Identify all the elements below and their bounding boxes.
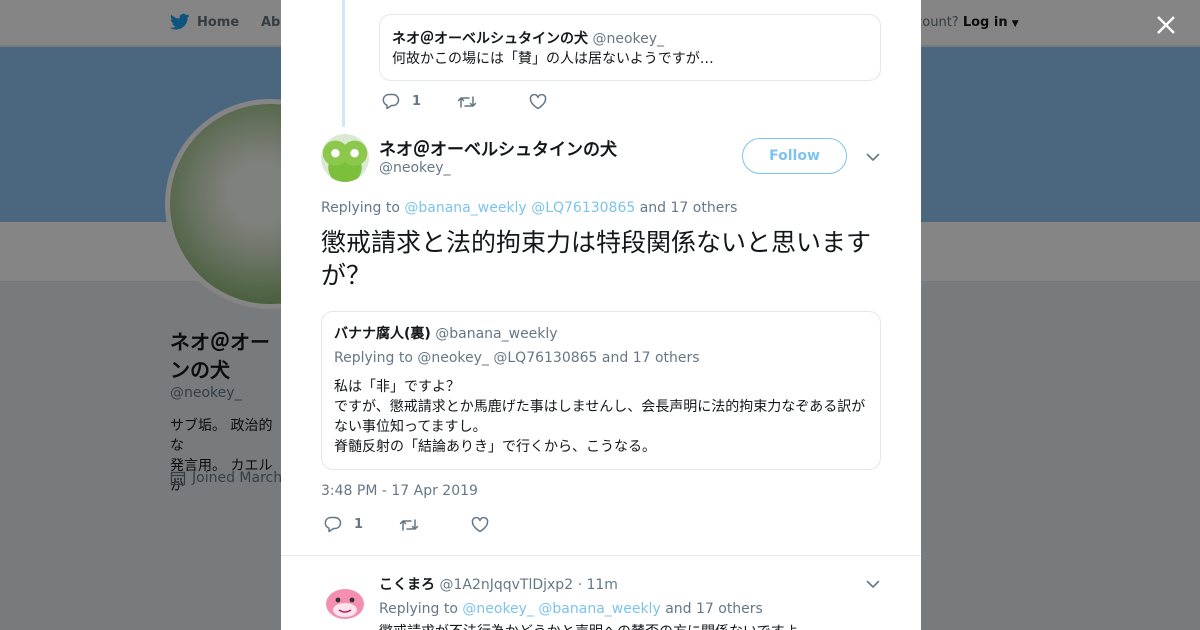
- replying-user-link[interactable]: @LQ76130865: [531, 200, 635, 216]
- chevron-down-icon[interactable]: [865, 576, 881, 592]
- replying-user-link[interactable]: @neokey_: [462, 601, 534, 617]
- reply-action[interactable]: 1: [324, 516, 363, 533]
- quoted-tweet-card[interactable]: バナナ腐人(裏) @banana_weekly Replying to @neo…: [321, 311, 881, 470]
- main-tweet-avatar[interactable]: [321, 134, 369, 182]
- reply-time[interactable]: · 11m: [578, 577, 618, 593]
- quoted-tweet-line: ですが、懲戒請求とか馬鹿げた事はしませんし、会長声明に法的拘束力なぞある訳がない…: [334, 399, 866, 435]
- reply-action[interactable]: 1: [382, 93, 421, 110]
- replying-prefix: Replying to: [321, 200, 400, 216]
- reply-author-name[interactable]: こくまろ: [379, 577, 435, 593]
- replying-user-link[interactable]: @banana_weekly: [538, 601, 660, 617]
- main-tweet-author-handle[interactable]: @neokey_: [379, 160, 451, 176]
- thread-connector-line: [342, 0, 345, 127]
- main-action-bar: 1: [324, 516, 489, 533]
- parent-action-bar: 1: [382, 93, 547, 110]
- like-action[interactable]: [529, 93, 547, 110]
- replying-to-line: Replying to @banana_weekly @LQ76130865 a…: [321, 200, 737, 216]
- heart-icon: [529, 93, 547, 109]
- quoted-author-handle: @neokey_: [592, 31, 665, 47]
- main-tweet-text: 懲戒請求と法的拘束力は特段関係ないと思いますが？: [321, 228, 872, 290]
- quoted-tweet-text: 何故かこの場には「賛」の人は居ないようですが…: [392, 51, 714, 67]
- replying-suffix[interactable]: and 17 others: [665, 601, 763, 617]
- reply-avatar[interactable]: [321, 576, 369, 624]
- quoted-tweet-line: 私は「非」ですよ？: [334, 379, 460, 395]
- quoted-replying-line: Replying to @neokey_ @LQ76130865 and 17 …: [334, 350, 700, 366]
- retweet-icon: [457, 95, 477, 108]
- retweet-action[interactable]: [457, 94, 477, 110]
- reply-header: こくまろ @1A2nJqqvTlDjxp2 · 11m: [379, 575, 618, 595]
- tweet-separator: [281, 555, 921, 556]
- quoted-author-name: バナナ腐人(裏): [334, 326, 431, 342]
- main-tweet-author-name[interactable]: ネオ＠オーベルシュタインの犬: [379, 135, 617, 160]
- parent-quoted-tweet[interactable]: ネオ＠オーベルシュタインの犬 @neokey_ 何故かこの場には「賛」の人は居な…: [379, 14, 881, 81]
- retweet-action[interactable]: [399, 517, 419, 533]
- reply-tweet-text: 懲戒請求が不法行為かどうかと声明への賛否の方に関係ないですよ: [379, 622, 899, 630]
- quoted-author-name: ネオ＠オーベルシュタインの犬: [392, 31, 588, 47]
- tweet-timestamp[interactable]: 3:48 PM - 17 Apr 2019: [321, 483, 478, 499]
- heart-icon: [471, 516, 489, 532]
- reply-icon: [382, 93, 400, 110]
- replying-user-link[interactable]: @banana_weekly: [404, 200, 526, 216]
- close-icon[interactable]: [1152, 11, 1180, 39]
- chevron-down-icon[interactable]: [865, 149, 881, 165]
- quoted-tweet-line: 脊髄反射の「結論ありき」で行くから、こうなる。: [334, 439, 656, 455]
- quoted-tweet-body: 私は「非」ですよ？ ですが、懲戒請求とか馬鹿げた事はしませんし、会長声明に法的拘…: [334, 377, 868, 457]
- retweet-icon: [399, 518, 419, 531]
- like-action[interactable]: [471, 516, 489, 533]
- follow-button[interactable]: Follow: [742, 138, 847, 174]
- reply-count: 1: [354, 517, 364, 532]
- replying-suffix[interactable]: and 17 others: [640, 200, 738, 216]
- reply-icon: [324, 516, 342, 533]
- replying-prefix: Replying to: [379, 601, 458, 617]
- reply-count: 1: [412, 94, 422, 109]
- tweet-modal: ネオ＠オーベルシュタインの犬 @neokey_ 何故かこの場には「賛」の人は居な…: [281, 0, 921, 630]
- reply-replying-to-line: Replying to @neokey_ @banana_weekly and …: [379, 599, 763, 619]
- reply-author-handle[interactable]: @1A2nJqqvTlDjxp2: [439, 577, 573, 593]
- quoted-author-handle: @banana_weekly: [435, 326, 558, 342]
